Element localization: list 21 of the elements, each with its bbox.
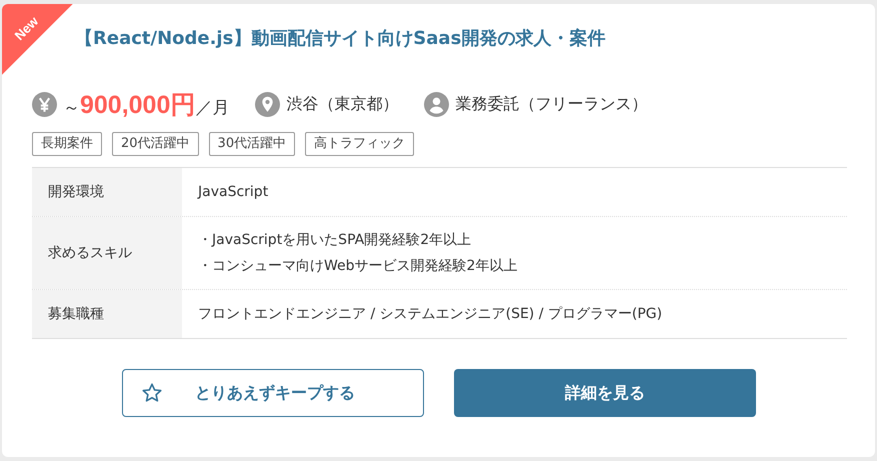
row-label: 開発環境 — [32, 168, 182, 216]
salary-text: ～900,000円／月 — [63, 90, 230, 120]
job-title-link[interactable]: 【React/Node.js】動画配信サイト向けSaas開発の求人・案件 — [75, 26, 845, 52]
table-cell-text: ・コンシューマ向けWebサービス開発経験2年以上 — [198, 257, 518, 276]
row-label: 募集職種 — [32, 290, 182, 338]
tag: 長期案件 — [32, 132, 102, 156]
keep-button[interactable]: とりあえずキープする — [122, 369, 424, 417]
row-label: 求めるスキル — [32, 217, 182, 289]
table-cell-text: JavaScript — [198, 183, 270, 202]
location-text: 渋谷（東京都） — [286, 94, 398, 114]
table-cell-text: フロントエンドエンジニア / システムエンジニア(SE) / プログラマー(PG) — [198, 305, 664, 324]
location-pin-icon — [255, 92, 280, 116]
details-button[interactable]: 詳細を見る — [454, 369, 756, 417]
tag: 20代活躍中 — [112, 132, 199, 156]
person-icon — [424, 92, 450, 116]
tag: 高トラフィック — [305, 132, 414, 156]
yen-icon — [32, 92, 57, 116]
contract-type-text: 業務委託（フリーランス） — [455, 94, 648, 114]
table-cell-text: ・JavaScriptを用いたSPA開発経験2年以上 — [198, 231, 472, 250]
star-icon — [141, 382, 163, 404]
tag: 30代活躍中 — [208, 132, 296, 156]
